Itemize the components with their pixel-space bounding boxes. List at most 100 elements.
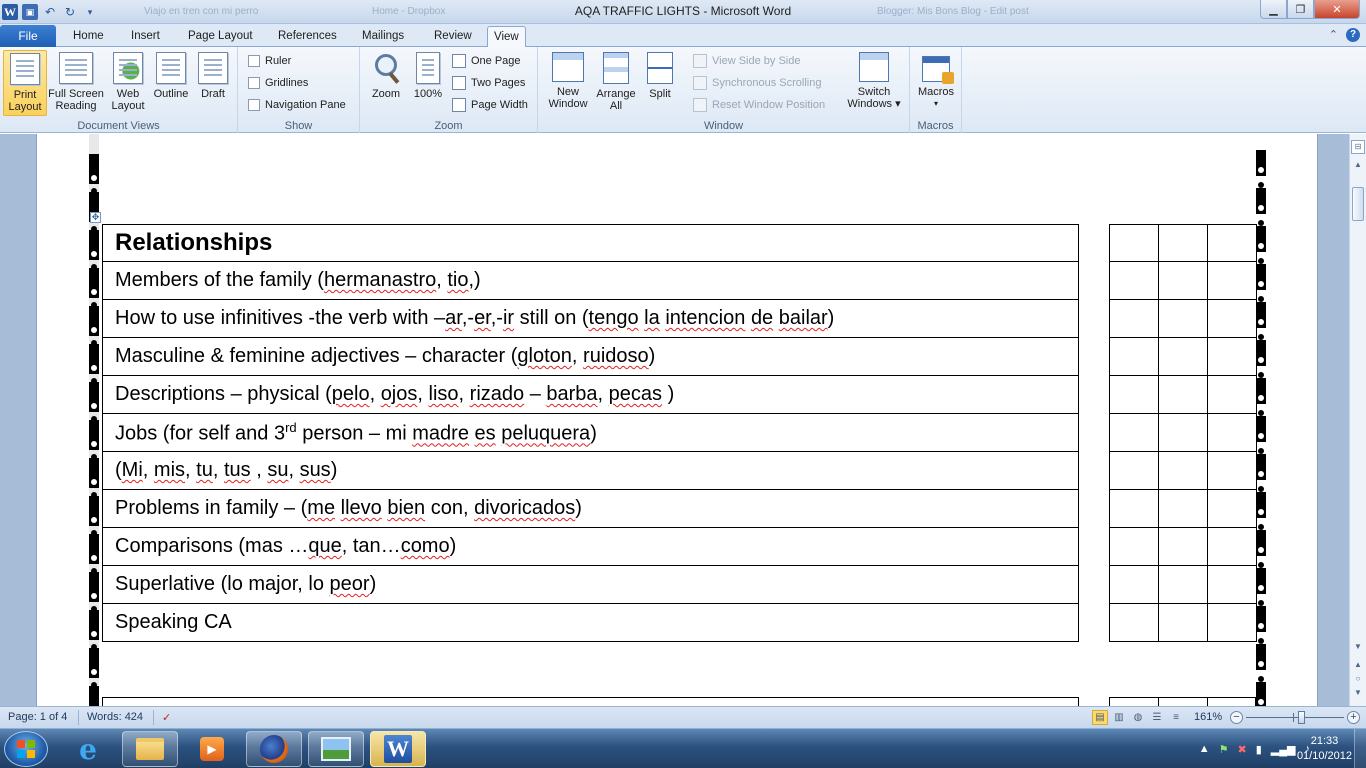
macros-button[interactable]: Macros ▾ — [914, 50, 958, 116]
topic-cell[interactable]: How to use infinitives -the verb with –a… — [102, 299, 1079, 338]
traffic-light-cell[interactable] — [1109, 451, 1159, 490]
taskbar-photo-viewer[interactable] — [308, 731, 364, 767]
traffic-light-cell[interactable] — [1207, 489, 1257, 528]
tab-page-layout[interactable]: Page Layout — [182, 26, 259, 47]
draft-view-icon[interactable]: ≡ — [1168, 710, 1184, 725]
print-layout-button[interactable]: Print Layout — [3, 50, 47, 116]
traffic-light-cell[interactable] — [1109, 527, 1159, 566]
taskbar-explorer[interactable] — [122, 731, 178, 767]
traffic-light-cell[interactable] — [1158, 224, 1208, 262]
table-move-handle-icon[interactable]: ✥ — [90, 212, 101, 223]
traffic-light-cell[interactable] — [1207, 413, 1257, 452]
clock[interactable]: 21:33 01/10/2012 — [1297, 734, 1352, 764]
print-layout-view-icon[interactable]: ▤ — [1092, 710, 1108, 725]
topic-cell[interactable]: Superlative (lo major, lo peor) — [102, 565, 1079, 604]
taskbar-media-player[interactable]: ▶ — [184, 731, 240, 767]
page-width-button[interactable]: Page Width — [452, 96, 528, 114]
traffic-light-cell[interactable] — [1109, 224, 1159, 262]
ruler-check-box[interactable] — [248, 55, 260, 67]
network-icon[interactable]: ▂▄▆ — [1271, 743, 1296, 756]
web-layout-button[interactable]: Web Layout — [106, 50, 150, 116]
maximize-button[interactable]: ❐ — [1287, 0, 1314, 19]
action-center-icon[interactable]: ⚑ — [1219, 743, 1229, 756]
traffic-light-cell[interactable] — [1207, 565, 1257, 604]
zoom-slider[interactable]: − + — [1230, 711, 1360, 725]
scroll-thumb[interactable] — [1352, 187, 1364, 221]
traffic-light-cell[interactable] — [1158, 451, 1208, 490]
traffic-light-cell[interactable] — [1109, 261, 1159, 300]
draft-button[interactable]: Draft — [191, 50, 235, 116]
page-count[interactable]: Page: 1 of 4 — [8, 711, 67, 723]
navigation-pane-checkbox[interactable]: Navigation Pane — [248, 96, 346, 114]
traffic-light-cell[interactable] — [1207, 337, 1257, 376]
traffic-light-cell[interactable] — [1207, 299, 1257, 338]
arrange-all-button[interactable]: Arrange All — [592, 50, 640, 116]
switch-windows-button[interactable]: Switch Windows ▾ — [843, 50, 905, 116]
minimize-ribbon-icon[interactable]: ⌃ — [1329, 28, 1338, 42]
outline-button[interactable]: Outline — [149, 50, 193, 116]
taskbar-firefox[interactable] — [246, 731, 302, 767]
split-button[interactable]: Split — [638, 50, 682, 116]
traffic-light-cell[interactable] — [1158, 375, 1208, 414]
topic-cell[interactable]: Speaking CA — [102, 603, 1079, 642]
browse-object-icon[interactable]: ○ — [1350, 672, 1366, 686]
full-screen-reading-button[interactable]: Full Screen Reading — [47, 50, 105, 116]
traffic-light-cell[interactable] — [1207, 375, 1257, 414]
traffic-light-cell[interactable] — [1109, 413, 1159, 452]
tab-home[interactable]: Home — [67, 26, 110, 47]
full-screen-view-icon[interactable]: ▥ — [1111, 710, 1127, 725]
topic-cell[interactable]: Descriptions – physical (pelo, ojos, lis… — [102, 375, 1079, 414]
topic-cell[interactable]: (Mi, mis, tu, tus , su, sus) — [102, 451, 1079, 490]
heading-cell[interactable]: Relationships — [102, 224, 1079, 262]
vertical-scrollbar[interactable]: ⊟ ▲ ▼ ▲ ○ ▼ — [1349, 134, 1366, 706]
proofing-icon[interactable]: ✓ — [162, 711, 171, 724]
traffic-light-cell[interactable] — [1109, 375, 1159, 414]
document-page[interactable]: ✥ Relationships Members of the family (h… — [36, 134, 1318, 706]
topic-cell[interactable]: Masculine & feminine adjectives – charac… — [102, 337, 1079, 376]
new-window-button[interactable]: New Window — [544, 50, 592, 116]
topic-cell[interactable]: Jobs (for self and 3rd person – mi madre… — [102, 413, 1079, 452]
ruler-checkbox[interactable]: Ruler — [248, 52, 291, 70]
traffic-light-cell[interactable] — [1109, 337, 1159, 376]
traffic-light-cell[interactable] — [1158, 337, 1208, 376]
minimize-button[interactable]: ▁ — [1260, 0, 1287, 19]
outline-view-icon[interactable]: ☰ — [1149, 710, 1165, 725]
zoom-in-icon[interactable]: + — [1347, 711, 1360, 724]
tab-mailings[interactable]: Mailings — [356, 26, 410, 47]
previous-page-icon[interactable]: ▲ — [1350, 658, 1366, 672]
document-area[interactable]: ✥ Relationships Members of the family (h… — [0, 134, 1349, 706]
scroll-up-icon[interactable]: ▲ — [1350, 158, 1366, 172]
tab-file[interactable]: File — [0, 25, 56, 47]
zoom-button[interactable]: Zoom — [364, 50, 408, 116]
power-icon[interactable]: ✖ — [1238, 743, 1247, 756]
traffic-light-cell[interactable] — [1207, 224, 1257, 262]
tab-view[interactable]: View — [487, 26, 526, 48]
next-page-icon[interactable]: ▼ — [1350, 686, 1366, 700]
traffic-light-cell[interactable] — [1158, 527, 1208, 566]
view-ruler-icon[interactable]: ⊟ — [1351, 140, 1365, 154]
traffic-light-cell[interactable] — [1109, 299, 1159, 338]
topic-cell[interactable]: Problems in family – (me llevo bien con,… — [102, 489, 1079, 528]
traffic-light-cell[interactable] — [1207, 527, 1257, 566]
scroll-down-icon[interactable]: ▼ — [1350, 640, 1366, 654]
tab-review[interactable]: Review — [428, 26, 478, 47]
two-pages-button[interactable]: Two Pages — [452, 74, 525, 92]
show-hidden-icons-icon[interactable]: ▲ — [1199, 743, 1210, 755]
traffic-light-cell[interactable] — [1109, 565, 1159, 604]
start-button[interactable] — [4, 731, 48, 767]
help-icon[interactable]: ? — [1346, 28, 1360, 42]
traffic-light-cell[interactable] — [1207, 451, 1257, 490]
taskbar-internet-explorer[interactable]: e — [60, 731, 116, 767]
gridlines-checkbox[interactable]: Gridlines — [248, 74, 308, 92]
traffic-light-cell[interactable] — [1109, 489, 1159, 528]
traffic-light-cell[interactable] — [1207, 261, 1257, 300]
show-desktop-button[interactable] — [1354, 729, 1366, 768]
topic-cell[interactable]: Comparisons (mas …que, tan…como) — [102, 527, 1079, 566]
traffic-light-cell[interactable] — [1158, 565, 1208, 604]
traffic-light-cell[interactable] — [1158, 489, 1208, 528]
device-icon[interactable]: ▮ — [1256, 743, 1262, 756]
zoom-thumb[interactable] — [1297, 711, 1305, 724]
reset-window-position-button[interactable]: Reset Window Position — [693, 96, 825, 114]
traffic-light-cell[interactable] — [1158, 413, 1208, 452]
traffic-light-cell[interactable] — [1207, 603, 1257, 642]
